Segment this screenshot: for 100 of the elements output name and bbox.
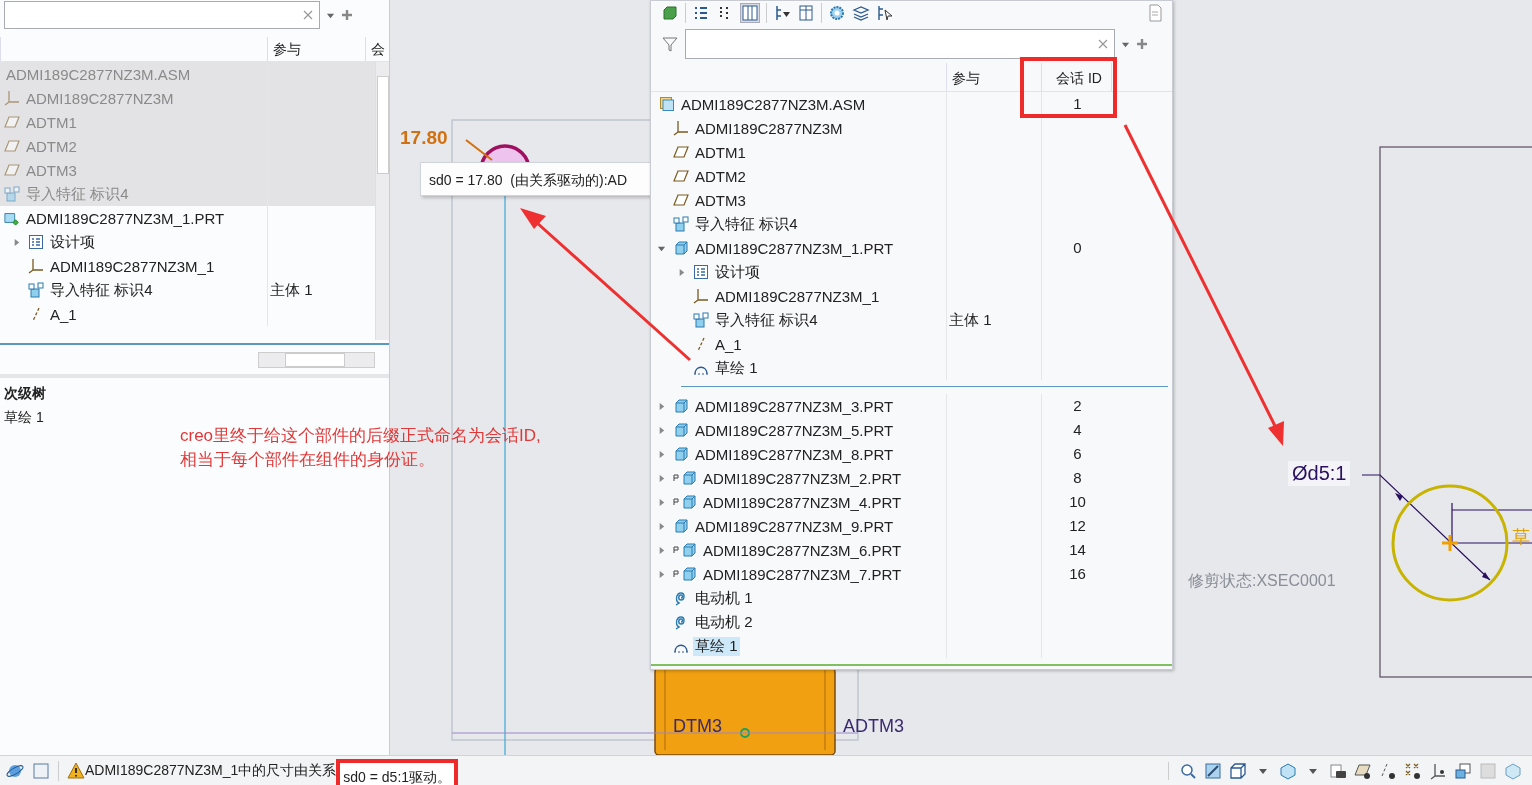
tree-item[interactable]: ADTM3 bbox=[693, 191, 748, 209]
column-header[interactable]: 参与 bbox=[267, 37, 365, 61]
tree-item[interactable]: ADMI189C2877NZ3M_2.PRT bbox=[701, 469, 904, 487]
tree-item[interactable]: ADMI189C2877NZ3M_1 bbox=[48, 257, 217, 275]
expand-arrow-icon[interactable] bbox=[657, 521, 666, 531]
tree-item[interactable]: ADMI189C2877NZ3M bbox=[693, 119, 845, 137]
tree-item[interactable]: 电动机 2 bbox=[693, 612, 755, 632]
session-id-cell: 12 bbox=[1069, 517, 1086, 534]
cube-icon bbox=[681, 566, 697, 582]
clear-icon[interactable] bbox=[1098, 39, 1108, 49]
tree-item[interactable]: ADMI189C2877NZ3M_3.PRT bbox=[693, 397, 896, 415]
tree-item[interactable]: ADMI189C2877NZ3M_8.PRT bbox=[693, 445, 896, 463]
camera-icon[interactable] bbox=[1329, 761, 1347, 780]
tree-item[interactable]: 导入特征 标识4 bbox=[713, 310, 820, 330]
session-id-cell: 10 bbox=[1069, 493, 1086, 510]
list-icon[interactable] bbox=[692, 4, 710, 22]
refit-icon[interactable] bbox=[1204, 761, 1222, 780]
session-id-cell: 8 bbox=[1073, 469, 1082, 486]
import-icon bbox=[673, 216, 689, 232]
tree-item[interactable]: ADMI189C2877NZ3M_9.PRT bbox=[693, 517, 896, 535]
expand-arrow-icon[interactable] bbox=[12, 237, 21, 247]
tree-item[interactable]: 设计项 bbox=[48, 232, 97, 252]
plane-icon bbox=[673, 144, 689, 160]
tree-item[interactable]: ADMI189C2877NZ3M_1 bbox=[713, 287, 882, 305]
add-icon[interactable] bbox=[1136, 38, 1148, 50]
tree-item[interactable]: 导入特征 标识4 bbox=[48, 280, 155, 300]
cube-icon bbox=[681, 494, 697, 510]
tree-item[interactable]: A_1 bbox=[48, 305, 79, 323]
table-icon[interactable] bbox=[797, 4, 815, 22]
datum-label: DTM3 bbox=[673, 716, 722, 737]
axis-display-icon[interactable] bbox=[1379, 761, 1397, 780]
expand-arrow-icon[interactable] bbox=[657, 425, 666, 435]
tree-filter-icon[interactable] bbox=[773, 4, 791, 22]
tree-item[interactable]: ADMI189C2877NZ3M_1.PRT bbox=[24, 209, 227, 227]
column-header[interactable]: 参与 bbox=[946, 63, 1041, 91]
layers-icon[interactable] bbox=[852, 4, 870, 22]
plane-icon bbox=[4, 162, 20, 178]
csys-display-icon[interactable] bbox=[1429, 761, 1447, 780]
tree-item[interactable]: ADMI189C2877NZ3M_4.PRT bbox=[701, 493, 904, 511]
filter-field[interactable] bbox=[685, 29, 1115, 59]
expand-arrow-icon[interactable] bbox=[657, 401, 666, 411]
cube-icon[interactable] bbox=[661, 4, 679, 22]
filter-icon[interactable] bbox=[661, 35, 679, 53]
add-icon[interactable] bbox=[341, 9, 353, 21]
cube-icon bbox=[673, 240, 689, 256]
pointer-icon[interactable] bbox=[876, 4, 894, 22]
cube-icon bbox=[673, 446, 689, 462]
columns-icon[interactable] bbox=[740, 3, 760, 23]
tree-item[interactable]: ADTM2 bbox=[693, 167, 748, 185]
plane-icon bbox=[673, 192, 689, 208]
expand-arrow-icon[interactable] bbox=[657, 497, 666, 507]
plane-icon bbox=[4, 138, 20, 154]
tree-item[interactable]: ADMI189C2877NZ3M.ASM bbox=[679, 95, 868, 113]
point-display-icon[interactable] bbox=[1404, 761, 1422, 780]
import-icon bbox=[693, 312, 709, 328]
cube-icon bbox=[681, 470, 697, 486]
glass-cube-icon[interactable] bbox=[1504, 761, 1522, 780]
expand-arrow-icon[interactable] bbox=[657, 569, 666, 579]
list-icon bbox=[28, 234, 44, 250]
view-cube-icon[interactable] bbox=[1279, 761, 1297, 780]
clear-icon[interactable] bbox=[303, 10, 313, 20]
axes-icon bbox=[673, 120, 689, 136]
tree-item[interactable]: A_1 bbox=[713, 335, 744, 353]
expand-arrow-icon[interactable] bbox=[657, 545, 666, 555]
column-header[interactable]: 会 bbox=[365, 37, 389, 61]
session-id-cell: 6 bbox=[1073, 445, 1082, 462]
tree-item[interactable]: ADMI189C2877NZ3M_1.PRT bbox=[693, 239, 896, 257]
expand-arrow-icon[interactable] bbox=[677, 267, 686, 277]
tree-item[interactable]: ADMI189C2877NZ3M_7.PRT bbox=[701, 565, 904, 583]
expand-arrow-icon[interactable] bbox=[657, 449, 666, 459]
tree-item[interactable]: 导入特征 标识4 bbox=[693, 214, 800, 234]
sketch-label: 草 bbox=[1512, 526, 1530, 549]
dimension-label: 17.80 bbox=[400, 127, 448, 149]
list-icon bbox=[693, 264, 709, 280]
horizontal-scrollbar[interactable] bbox=[258, 352, 375, 368]
search-field[interactable] bbox=[4, 1, 320, 29]
column-header[interactable]: 会话 ID bbox=[1041, 63, 1111, 91]
status-message: ADMI189C2877NZ3M_1中的尺寸由关系 bbox=[85, 761, 337, 780]
assembly-icon bbox=[659, 96, 675, 112]
tree-item[interactable]: 设计项 bbox=[713, 262, 762, 282]
plane-display-icon[interactable] bbox=[1354, 761, 1372, 780]
session-id-cell: 2 bbox=[1073, 397, 1082, 414]
tree-item[interactable]: 电动机 1 bbox=[693, 588, 755, 608]
session-id-cell: 0 bbox=[1073, 239, 1082, 256]
tree-item[interactable]: 草绘 1 bbox=[713, 358, 760, 378]
gear-icon[interactable] bbox=[828, 4, 846, 22]
datum-label: ADTM3 bbox=[843, 716, 904, 737]
axes-icon bbox=[28, 258, 44, 274]
tree-item[interactable]: ADTM1 bbox=[693, 143, 748, 161]
expand-arrow-icon[interactable] bbox=[657, 473, 666, 483]
tree-item[interactable]: 草绘 1 bbox=[693, 636, 740, 656]
import-icon bbox=[28, 282, 44, 298]
participation-cell: 主体 1 bbox=[270, 281, 313, 298]
zoom-icon[interactable] bbox=[1179, 761, 1197, 780]
tree-item[interactable]: ADMI189C2877NZ3M_6.PRT bbox=[701, 541, 904, 559]
scrollbar[interactable] bbox=[375, 62, 389, 340]
cube-icon[interactable] bbox=[1229, 761, 1247, 780]
annotation-icon[interactable] bbox=[1454, 761, 1472, 780]
warning-icon bbox=[67, 761, 85, 780]
tree-item[interactable]: ADMI189C2877NZ3M_5.PRT bbox=[693, 421, 896, 439]
